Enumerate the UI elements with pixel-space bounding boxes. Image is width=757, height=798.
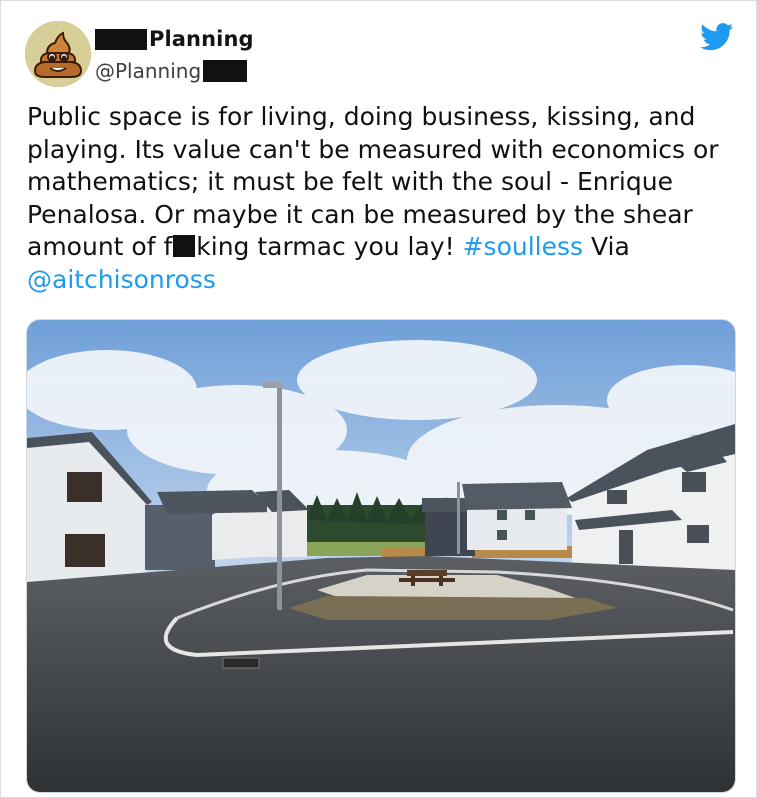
- handle-redaction: [203, 60, 248, 82]
- author-handle[interactable]: @Planning: [95, 59, 201, 83]
- profanity-redaction: [173, 235, 196, 257]
- twitter-bird-icon[interactable]: [700, 23, 734, 51]
- author-handle-row[interactable]: @Planning: [95, 57, 248, 85]
- tweet-card: Planning @Planning Public space is for l…: [0, 0, 757, 798]
- tweet-text-part2: king tarmac you lay!: [196, 232, 463, 261]
- mention-link[interactable]: @aitchisonross: [27, 265, 216, 294]
- name-redaction: [95, 28, 147, 50]
- profile-avatar[interactable]: [25, 21, 91, 87]
- author-name[interactable]: Planning: [149, 27, 254, 51]
- tweet-text: Public space is for living, doing busine…: [27, 101, 737, 296]
- hashtag-link[interactable]: #soulless: [463, 232, 583, 261]
- tweet-text-part3: Via: [583, 232, 630, 261]
- poop-emoji-icon: [25, 21, 91, 87]
- street-photo-image: [27, 320, 735, 792]
- author-name-row[interactable]: Planning: [95, 25, 254, 53]
- tweet-photo[interactable]: [26, 319, 736, 793]
